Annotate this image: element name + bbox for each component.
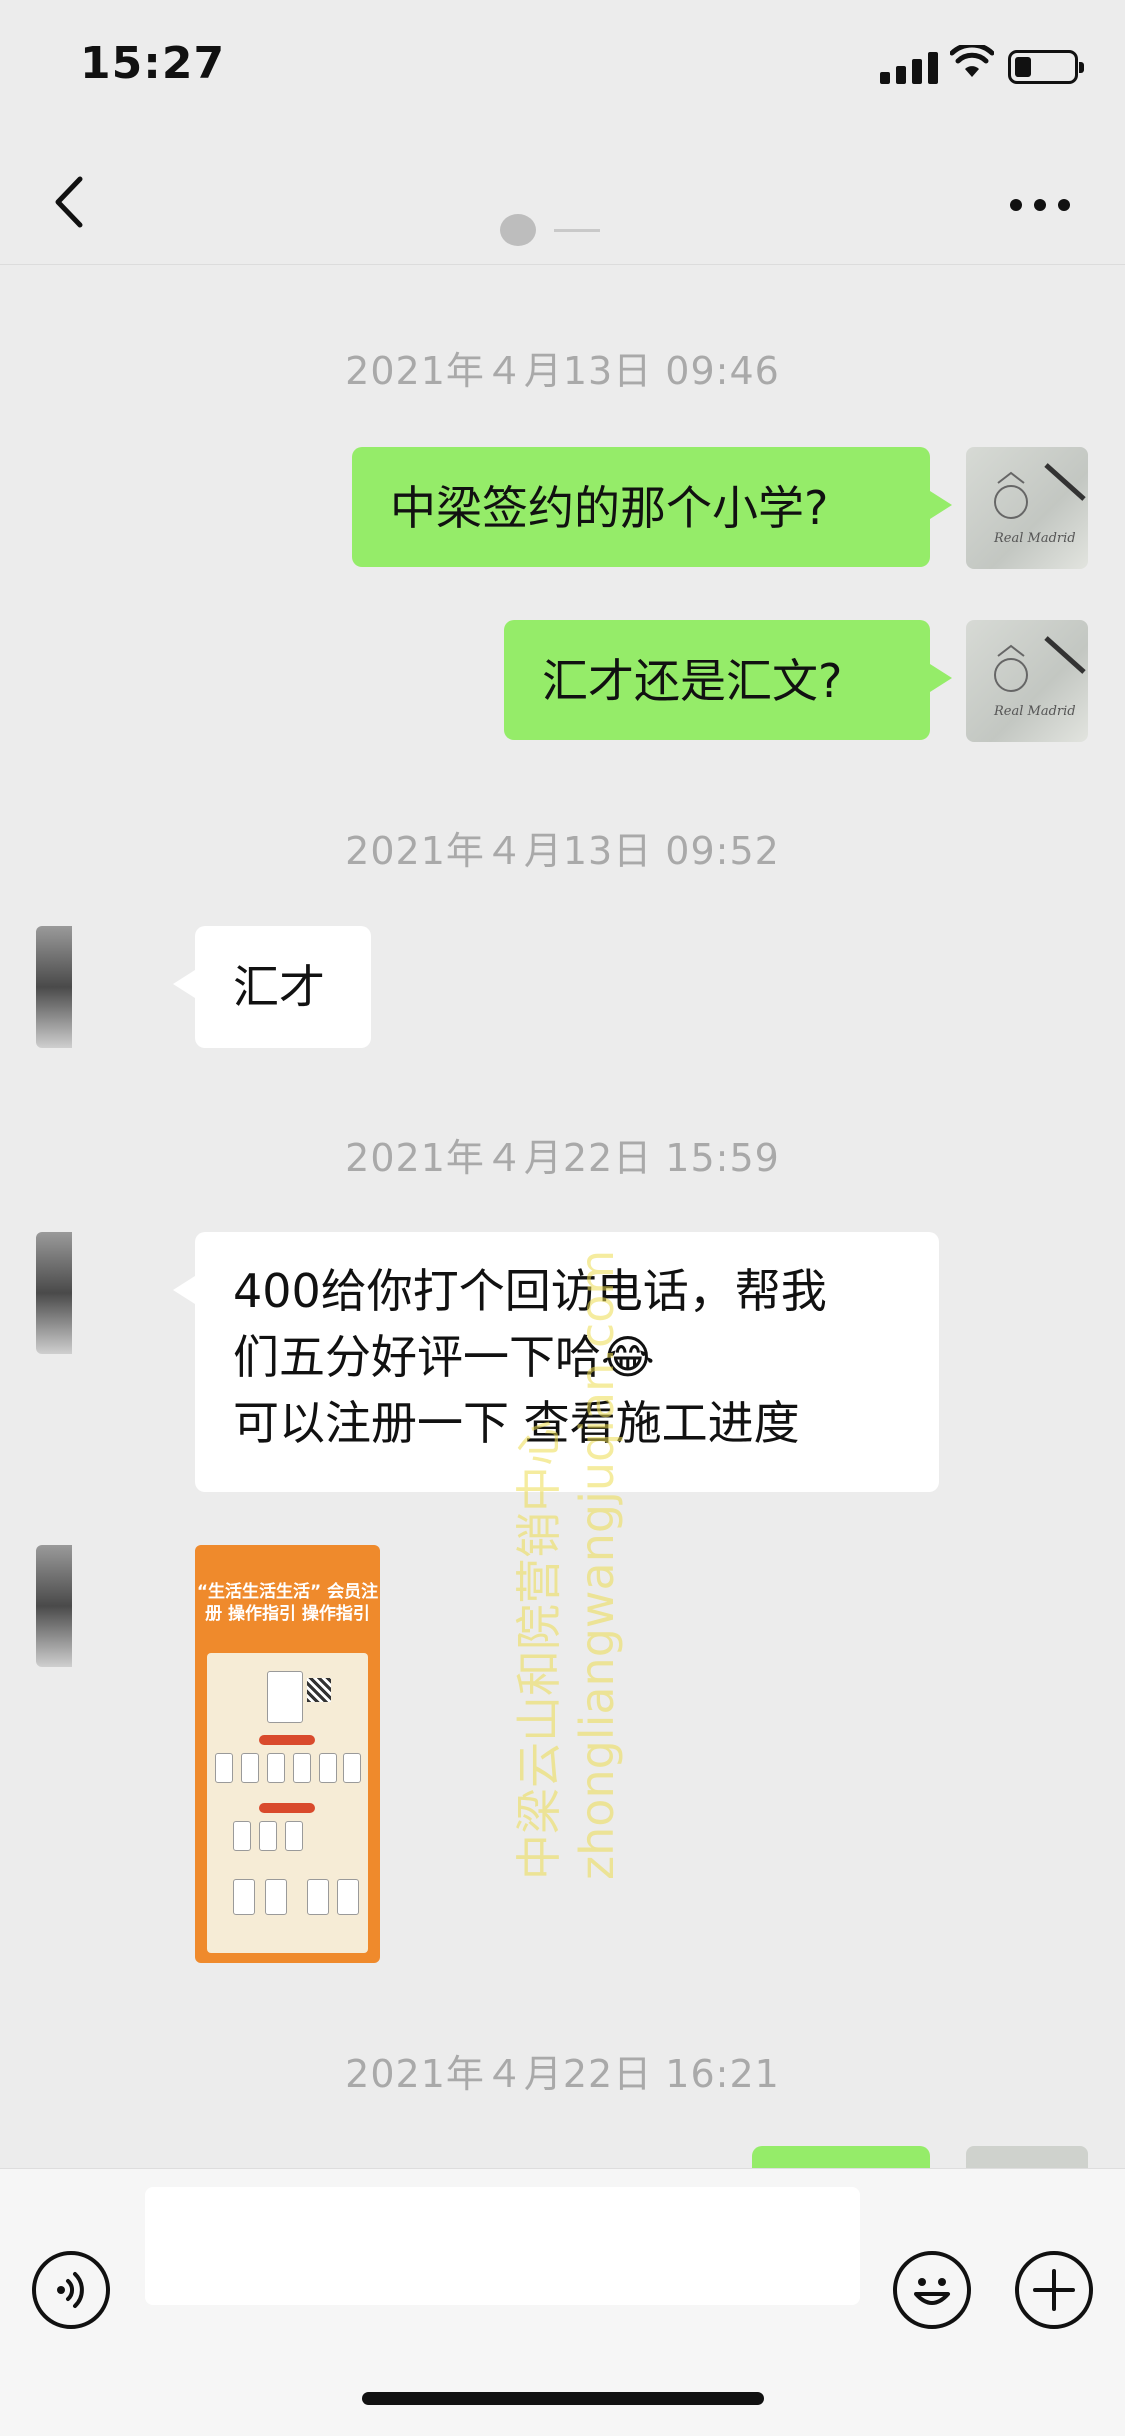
message-bubble-received[interactable]: 汇才 xyxy=(173,926,371,1048)
message-bubble-sent[interactable]: 中梁签约的那个小学? xyxy=(352,447,952,567)
more-options-button[interactable] xyxy=(1010,193,1070,217)
home-indicator[interactable] xyxy=(362,2392,764,2405)
battery-icon xyxy=(1008,50,1084,84)
real-madrid-crest-icon: Real Madrid xyxy=(993,636,1086,719)
contact-avatar[interactable] xyxy=(36,1232,72,1354)
status-bar: 15:27 xyxy=(0,0,1125,135)
back-button[interactable] xyxy=(40,167,100,237)
my-avatar[interactable]: Real Madrid xyxy=(966,447,1088,569)
qr-code-icon xyxy=(307,1678,331,1702)
wifi-icon xyxy=(950,45,994,77)
title-dash xyxy=(554,228,600,232)
plus-button[interactable] xyxy=(1015,2251,1093,2329)
svg-text:Real Madrid: Real Madrid xyxy=(993,531,1076,546)
watermark: 中梁云山和院营销中心 zhongliangwangjuqian.com xyxy=(512,1249,624,1880)
my-avatar[interactable]: Real Madrid xyxy=(966,620,1088,742)
poster-content xyxy=(207,1653,368,1953)
chat-header xyxy=(0,135,1125,265)
message-bubble-sent-partial[interactable] xyxy=(752,2146,930,2168)
svg-text:Real Madrid: Real Madrid xyxy=(993,704,1076,719)
contact-avatar[interactable] xyxy=(36,926,72,1048)
message-timestamp: 2021年４月22日 15:59 xyxy=(345,1136,780,1180)
contact-avatar[interactable] xyxy=(36,1545,72,1667)
emoji-button[interactable] xyxy=(893,2251,971,2329)
poster-title: “生活生活生活” 会员注册 操作指引 操作指引 xyxy=(196,1582,379,1624)
emoji-icon xyxy=(914,2278,950,2305)
my-avatar[interactable] xyxy=(966,2146,1088,2168)
image-message[interactable]: “生活生活生活” 会员注册 操作指引 操作指引 xyxy=(195,1545,380,1963)
ellipsis-icon xyxy=(1010,199,1022,211)
message-timestamp: 2021年４月13日 09:52 xyxy=(345,829,780,873)
message-input[interactable] xyxy=(145,2187,860,2305)
contact-emoji-icon xyxy=(500,214,536,246)
cellular-signal-icon xyxy=(880,52,938,84)
chat-title xyxy=(500,210,630,250)
plus-icon xyxy=(1033,2269,1075,2311)
voice-icon xyxy=(57,2272,84,2308)
real-madrid-crest-icon: Real Madrid xyxy=(993,463,1086,546)
status-time: 15:27 xyxy=(80,38,226,89)
message-timestamp: 2021年４月13日 09:46 xyxy=(345,349,780,393)
message-timestamp: 2021年４月22日 16:21 xyxy=(345,2052,780,2096)
message-bubble-sent[interactable]: 汇才还是汇文? xyxy=(504,620,952,740)
voice-button[interactable] xyxy=(32,2251,110,2329)
